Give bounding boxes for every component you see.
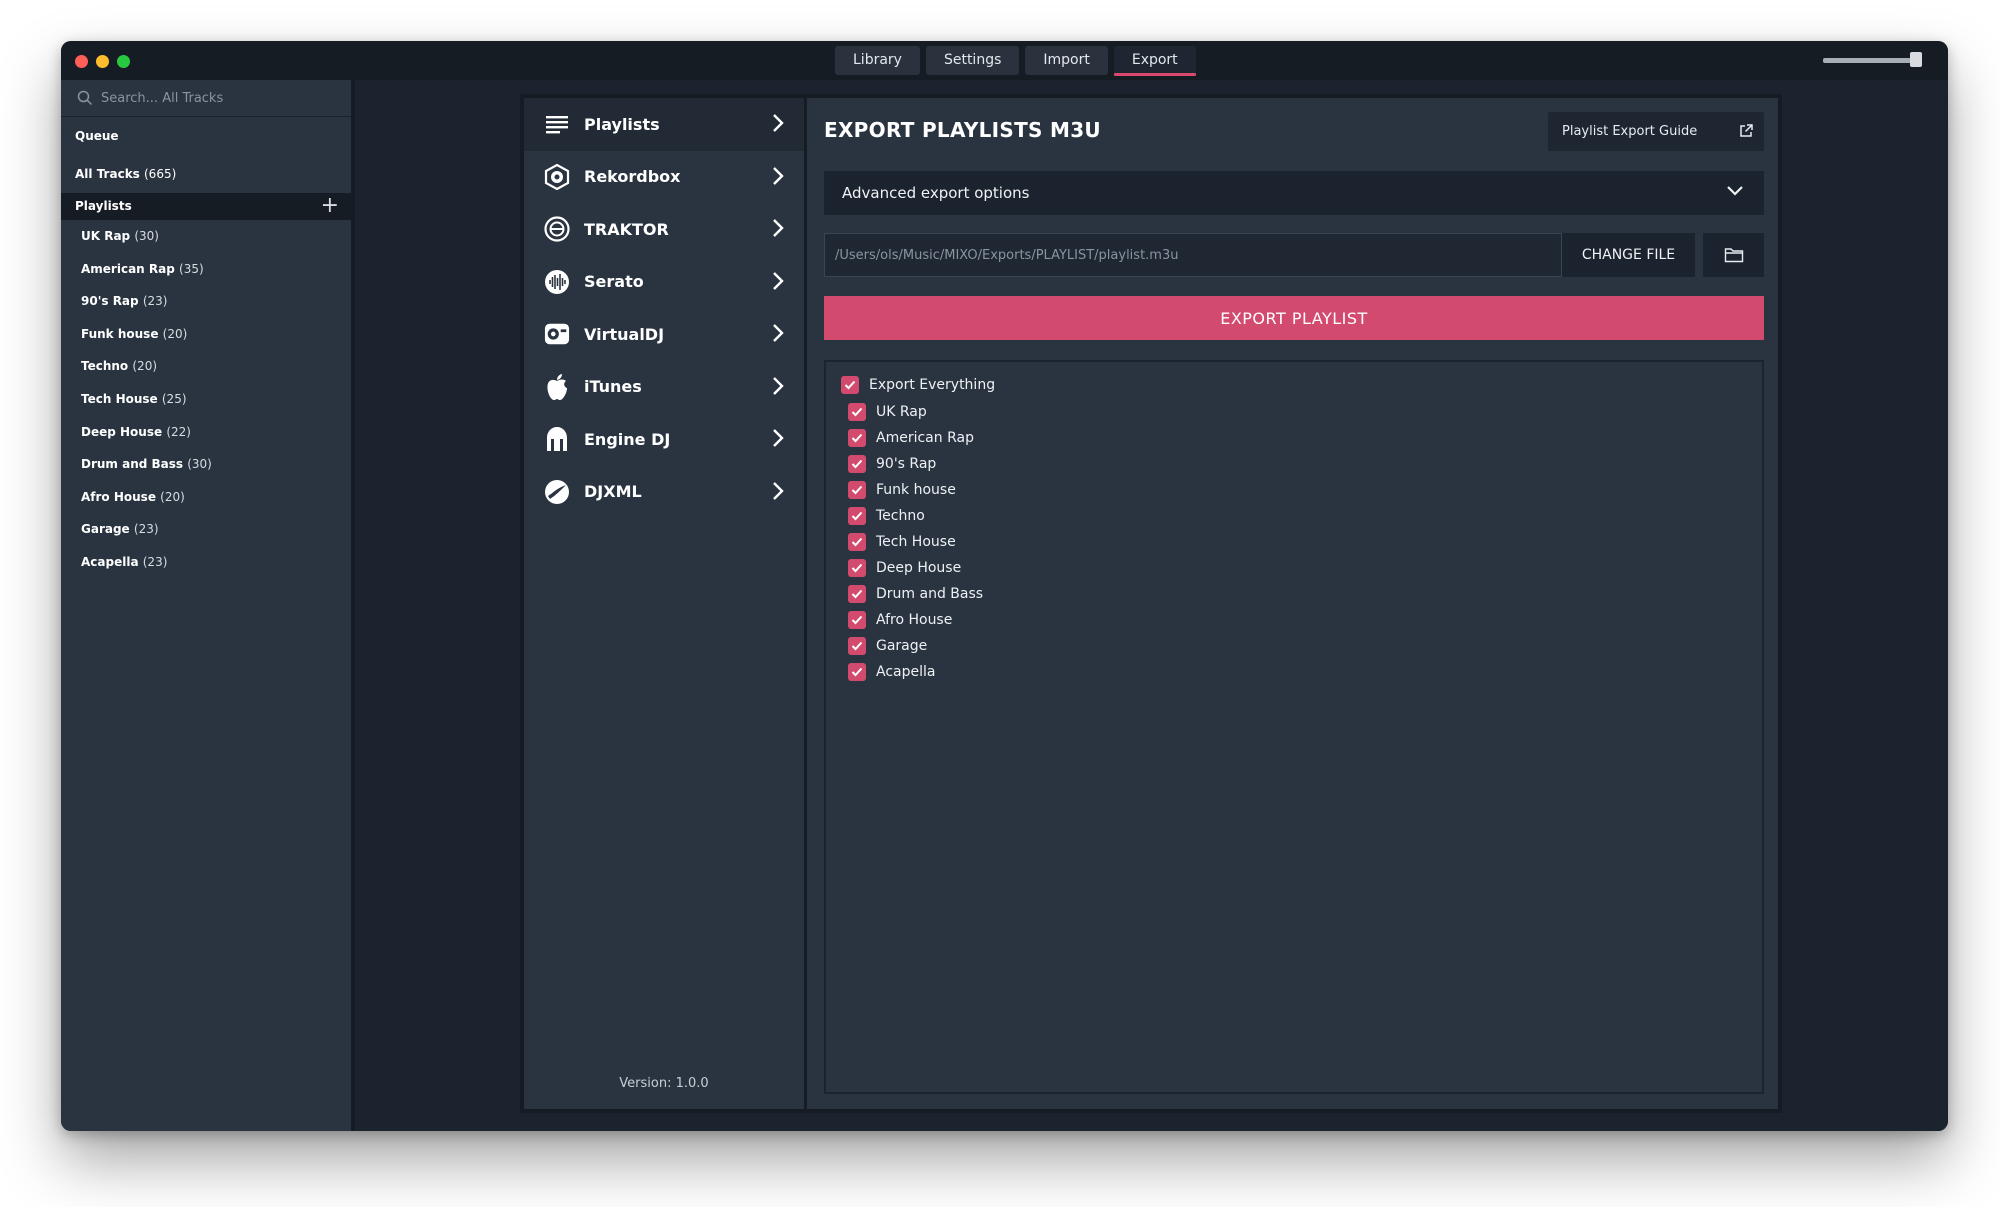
checkmark-icon xyxy=(848,611,866,629)
playlist-checkbox-row[interactable]: Garage xyxy=(848,637,927,655)
version-label: Version: 1.0.0 xyxy=(619,1076,709,1091)
playlist-checkbox-row[interactable]: Funk house xyxy=(848,481,956,499)
checkmark-icon xyxy=(841,376,859,394)
zoom-window-button[interactable] xyxy=(117,55,130,68)
playlist-checkbox-row[interactable]: Acapella xyxy=(848,663,935,681)
checkmark-icon xyxy=(848,585,866,603)
sidebar-playlist-item[interactable]: Acapella (23) xyxy=(61,546,351,579)
change-file-button[interactable]: CHANGE FILE xyxy=(1562,233,1695,277)
sidebar-playlist-item[interactable]: Garage (23) xyxy=(61,513,351,546)
minimize-window-button[interactable] xyxy=(96,55,109,68)
app-window: Library Settings Import Export Search...… xyxy=(61,41,1948,1131)
checkmark-icon xyxy=(848,533,866,551)
export-guide-button[interactable]: Playlist Export Guide xyxy=(1548,112,1764,151)
playlist-selection-list: Export Everything UK Rap American Rap 90… xyxy=(824,360,1764,1094)
export-path-input[interactable] xyxy=(824,233,1562,277)
chevron-right-icon xyxy=(773,376,784,395)
sidebar-playlist-item[interactable]: Tech House (25) xyxy=(61,383,351,416)
chevron-right-icon xyxy=(773,114,784,132)
title-bar: Library Settings Import Export xyxy=(61,41,1948,80)
sidebar-playlist-item[interactable]: Deep House (22) xyxy=(61,416,351,449)
tab-import[interactable]: Import xyxy=(1025,46,1108,75)
service-item-itunes[interactable]: iTunes xyxy=(524,361,804,414)
checkmark-icon xyxy=(848,507,866,525)
add-playlist-icon[interactable]: + xyxy=(321,193,339,218)
chevron-right-icon xyxy=(773,166,784,185)
sidebar-playlist-item[interactable]: UK Rap (30) xyxy=(61,220,351,253)
service-item-traktor[interactable]: TRAKTOR xyxy=(524,203,804,256)
close-window-button[interactable] xyxy=(75,55,88,68)
search-placeholder: Search... All Tracks xyxy=(101,90,224,106)
service-item-djxml[interactable]: DJXML xyxy=(524,466,804,519)
djxml-icon xyxy=(544,479,570,505)
tab-library[interactable]: Library xyxy=(835,46,920,75)
service-item-playlists[interactable]: Playlists xyxy=(524,98,804,151)
export-content: EXPORT PLAYLISTS M3U Playlist Export Gui… xyxy=(807,98,1778,1109)
sidebar-playlists-header: Playlists + xyxy=(61,193,351,220)
tab-settings[interactable]: Settings xyxy=(925,46,1020,75)
browse-folder-button[interactable] xyxy=(1703,233,1764,277)
library-sidebar: Search... All Tracks Queue All Tracks (6… xyxy=(61,80,355,1131)
playlist-checkbox-row[interactable]: Drum and Bass xyxy=(848,585,983,603)
sidebar-playlist-item[interactable]: Techno (20) xyxy=(61,350,351,383)
chevron-right-icon xyxy=(773,481,784,500)
sidebar-item-queue[interactable]: Queue xyxy=(61,117,351,155)
service-item-engine-dj[interactable]: Engine DJ xyxy=(524,413,804,466)
checkmark-icon xyxy=(848,429,866,447)
export-services-list: Playlists Rekordbox TRAKTOR Serato Virtu… xyxy=(524,98,804,1109)
chevron-right-icon xyxy=(773,271,784,290)
tab-export[interactable]: Export xyxy=(1113,46,1196,76)
folder-icon xyxy=(1724,248,1743,263)
sidebar-playlist-item[interactable]: 90's Rap (23) xyxy=(61,285,351,318)
serato-icon xyxy=(544,269,570,295)
checkmark-icon xyxy=(848,559,866,577)
playlist-checkbox-row[interactable]: Tech House xyxy=(848,533,956,551)
sidebar-playlist-item[interactable]: Afro House (20) xyxy=(61,481,351,514)
playlist-checkbox-row[interactable]: 90's Rap xyxy=(848,455,936,473)
rekordbox-icon xyxy=(544,163,570,190)
sidebar-playlist-item[interactable]: Funk house (20) xyxy=(61,318,351,351)
engine-dj-icon xyxy=(544,426,570,452)
playlist-checkbox-row[interactable]: UK Rap xyxy=(848,403,927,421)
sidebar-playlist-item[interactable]: Drum and Bass (30) xyxy=(61,448,351,481)
chevron-right-icon xyxy=(773,429,784,447)
service-item-virtualdj[interactable]: VirtualDJ xyxy=(524,308,804,361)
list-icon xyxy=(544,111,570,137)
sidebar-item-all-tracks[interactable]: All Tracks (665) xyxy=(61,155,351,193)
traktor-icon xyxy=(544,216,570,242)
chevron-right-icon xyxy=(773,324,784,342)
external-link-icon xyxy=(1740,124,1753,137)
checkmark-icon xyxy=(848,663,866,681)
chevron-down-icon xyxy=(1727,186,1743,196)
checkmark-icon xyxy=(848,455,866,473)
checkmark-icon xyxy=(848,637,866,655)
service-item-rekordbox[interactable]: Rekordbox xyxy=(524,151,804,204)
playlist-checkbox-row[interactable]: Afro House xyxy=(848,611,952,629)
apple-icon xyxy=(544,373,570,400)
chevron-right-icon xyxy=(773,219,784,237)
playlist-checkbox-row[interactable]: Techno xyxy=(848,507,925,525)
playlist-checkbox-row[interactable]: Deep House xyxy=(848,559,961,577)
playlist-checkbox-row[interactable]: American Rap xyxy=(848,429,974,447)
export-everything-checkbox[interactable]: Export Everything xyxy=(841,376,995,394)
search-bar[interactable]: Search... All Tracks xyxy=(61,80,351,117)
search-icon xyxy=(77,90,93,106)
virtualdj-icon xyxy=(544,321,570,347)
checkmark-icon xyxy=(848,403,866,421)
sidebar-playlist-item[interactable]: American Rap (35) xyxy=(61,253,351,286)
service-item-serato[interactable]: Serato xyxy=(524,256,804,309)
top-tabs: Library Settings Import Export xyxy=(835,46,1196,76)
zoom-slider-handle[interactable] xyxy=(1910,52,1922,67)
checkmark-icon xyxy=(848,481,866,499)
sidebar-playlist-list: UK Rap (30) American Rap (35) 90's Rap (… xyxy=(61,220,351,579)
zoom-slider-track[interactable] xyxy=(1823,58,1911,63)
page-title: EXPORT PLAYLISTS M3U xyxy=(824,118,1101,142)
export-playlist-button[interactable]: EXPORT PLAYLIST xyxy=(824,296,1764,340)
advanced-options-dropdown[interactable]: Advanced export options xyxy=(824,171,1764,215)
